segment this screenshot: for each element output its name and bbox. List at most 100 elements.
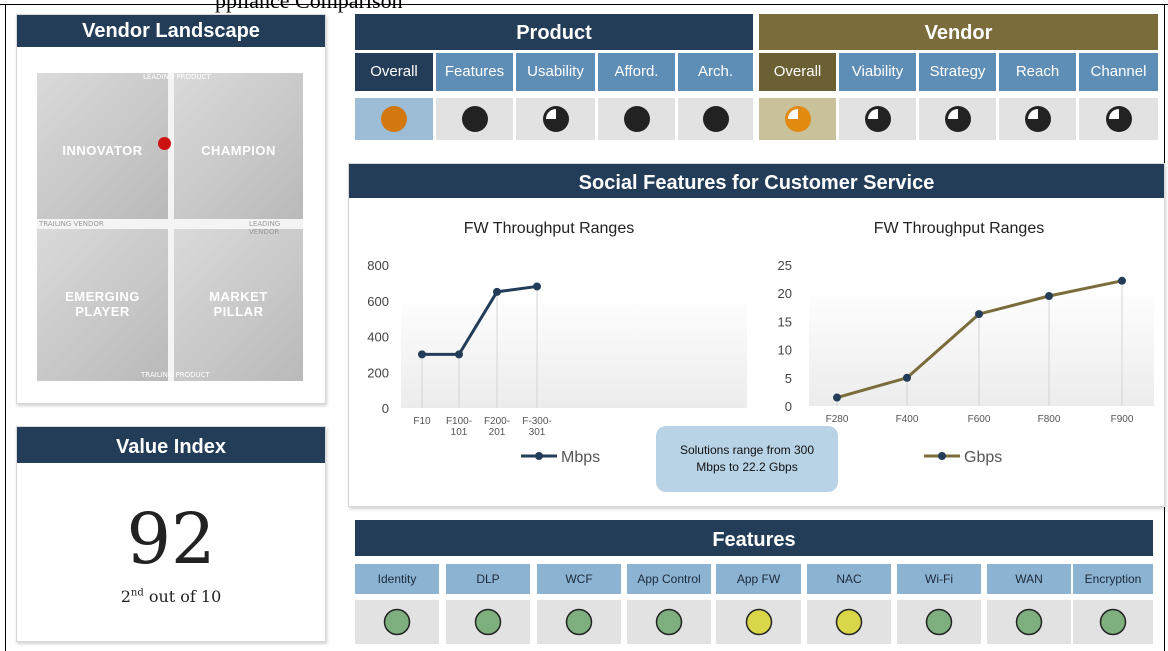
feature-tab-app-control[interactable]: App Control [627,564,711,594]
vendor-tab-reach[interactable]: Reach [999,53,1076,91]
feature-tab-wan[interactable]: WAN [987,564,1071,594]
axis-leading-product: LEADING PRODUCT [143,73,211,81]
orange-full-circle-icon [381,106,407,132]
y-tick-label: 5 [785,371,792,386]
product-tab-affordability[interactable]: Afford. [598,53,675,91]
vendor-landscape-panel: Vendor Landscape INNOVATOR CHAMPION EMER… [16,14,326,404]
y-tick-label: 600 [367,294,389,309]
rank-rest: out of 10 [143,587,222,606]
value-index-title: Value Index [17,427,325,463]
chart-2-title: FW Throughput Ranges [873,220,1045,237]
data-point [533,282,541,291]
frame-left-line [5,4,6,651]
feature-tab-encryption[interactable]: Encryption [1073,564,1153,594]
product-tab-usability[interactable]: Usability [516,53,595,91]
legend-label: Gbps [964,449,1002,466]
vendor-position-marker [158,137,171,150]
y-tick-label: 400 [367,330,389,345]
top-title-fragment: ppliance Comparison [215,0,403,13]
y-tick-label: 10 [778,343,792,358]
vendor-tab-overall[interactable]: Overall [759,53,836,91]
three-quarter-circle-icon [1105,106,1132,132]
quadrant-pillar-label: MARKET PILLAR [209,289,268,319]
legend-label: Mbps [561,449,600,466]
social-features-panel: Social Features for Customer Service FW … [348,163,1165,507]
orange-three-quarter-circle-icon [784,106,811,132]
feature-status-cell [355,600,439,644]
three-quarter-circle-icon [542,106,569,132]
value-index-rank: 2nd out of 10 [17,587,325,606]
vendor-tab-viability[interactable]: Viability [839,53,916,91]
vendor-rating-cell [999,98,1076,140]
feature-tab-wcf[interactable]: WCF [537,564,621,594]
vendor-rating-cell [1079,98,1158,140]
x-tick-label: F280 [826,414,849,425]
x-tick-label: F100-101 [446,416,472,438]
feature-status-cell [1073,600,1153,644]
plot-background [401,292,747,408]
data-point [833,393,841,402]
y-tick-label: 800 [367,258,389,273]
green-status-circle-icon [474,608,502,636]
landscape-grid: INNOVATOR CHAMPION EMERGING PLAYER MARKE… [37,73,303,381]
full-circle-icon [461,106,488,132]
data-point [493,287,501,296]
x-tick-label: F400 [896,414,919,425]
legend-marker [535,452,543,460]
green-status-circle-icon [1099,608,1127,636]
features-title: Features [712,529,796,551]
x-tick-label: F200-201 [484,416,510,438]
x-tick-label: F600 [968,414,991,425]
product-tab-overall[interactable]: Overall [355,53,433,91]
data-point [455,350,463,359]
feature-status-cell [897,600,981,644]
vendor-rating-cell [759,98,836,140]
data-point [1045,292,1053,301]
green-status-circle-icon [1015,608,1043,636]
three-quarter-circle-icon [1024,106,1051,132]
vendor-tab-strategy[interactable]: Strategy [919,53,996,91]
three-quarter-circle-icon [864,106,891,132]
feature-status-cell [987,600,1071,644]
vendor-tab-channel[interactable]: Channel [1079,53,1158,91]
plot-background [809,284,1154,406]
x-tick-label: F800 [1038,414,1061,425]
y-tick-label: 15 [778,314,792,329]
feature-tab-wi-fi[interactable]: Wi-Fi [897,564,981,594]
x-tick-label: F-300-301 [522,416,551,438]
full-circle-icon [702,106,729,132]
feature-tab-app-fw[interactable]: App FW [716,564,801,594]
full-circle-icon [623,106,650,132]
legend-marker [938,452,946,460]
y-tick-label: 20 [778,286,792,301]
vendor-title: Vendor [924,22,993,44]
feature-tab-nac[interactable]: NAC [807,564,891,594]
quadrant-innovator: INNOVATOR [37,73,168,219]
yellow-status-circle-icon [835,608,863,636]
three-quarter-circle-icon [944,106,971,132]
frame-top-line [0,4,1168,5]
feature-status-cell [537,600,621,644]
feature-status-cell [716,600,801,644]
quadrant-innovator-label: INNOVATOR [62,143,143,158]
product-rating-cell [598,98,675,140]
chart-1-title: FW Throughput Ranges [463,220,635,237]
green-status-circle-icon [655,608,683,636]
y-tick-label: 0 [382,401,389,416]
green-status-circle-icon [925,608,953,636]
vendor-landscape-title: Vendor Landscape [17,15,325,47]
product-rating-cell [516,98,595,140]
vendor-header: Vendor [759,14,1158,50]
y-tick-label: 200 [367,365,389,380]
axis-leading-vendor: LEADING VENDOR [249,220,281,236]
feature-tab-dlp[interactable]: DLP [446,564,530,594]
feature-status-cell [446,600,530,644]
social-features-title: Social Features for Customer Service [349,164,1164,198]
product-tab-architecture[interactable]: Arch. [678,53,753,91]
product-header: Product [355,14,753,50]
data-point [903,373,911,382]
x-tick-label: F10 [413,416,431,427]
product-tab-features[interactable]: Features [436,53,513,91]
axis-trailing-vendor: TRAILING VENDOR [39,220,104,228]
feature-tab-identity[interactable]: Identity [355,564,439,594]
